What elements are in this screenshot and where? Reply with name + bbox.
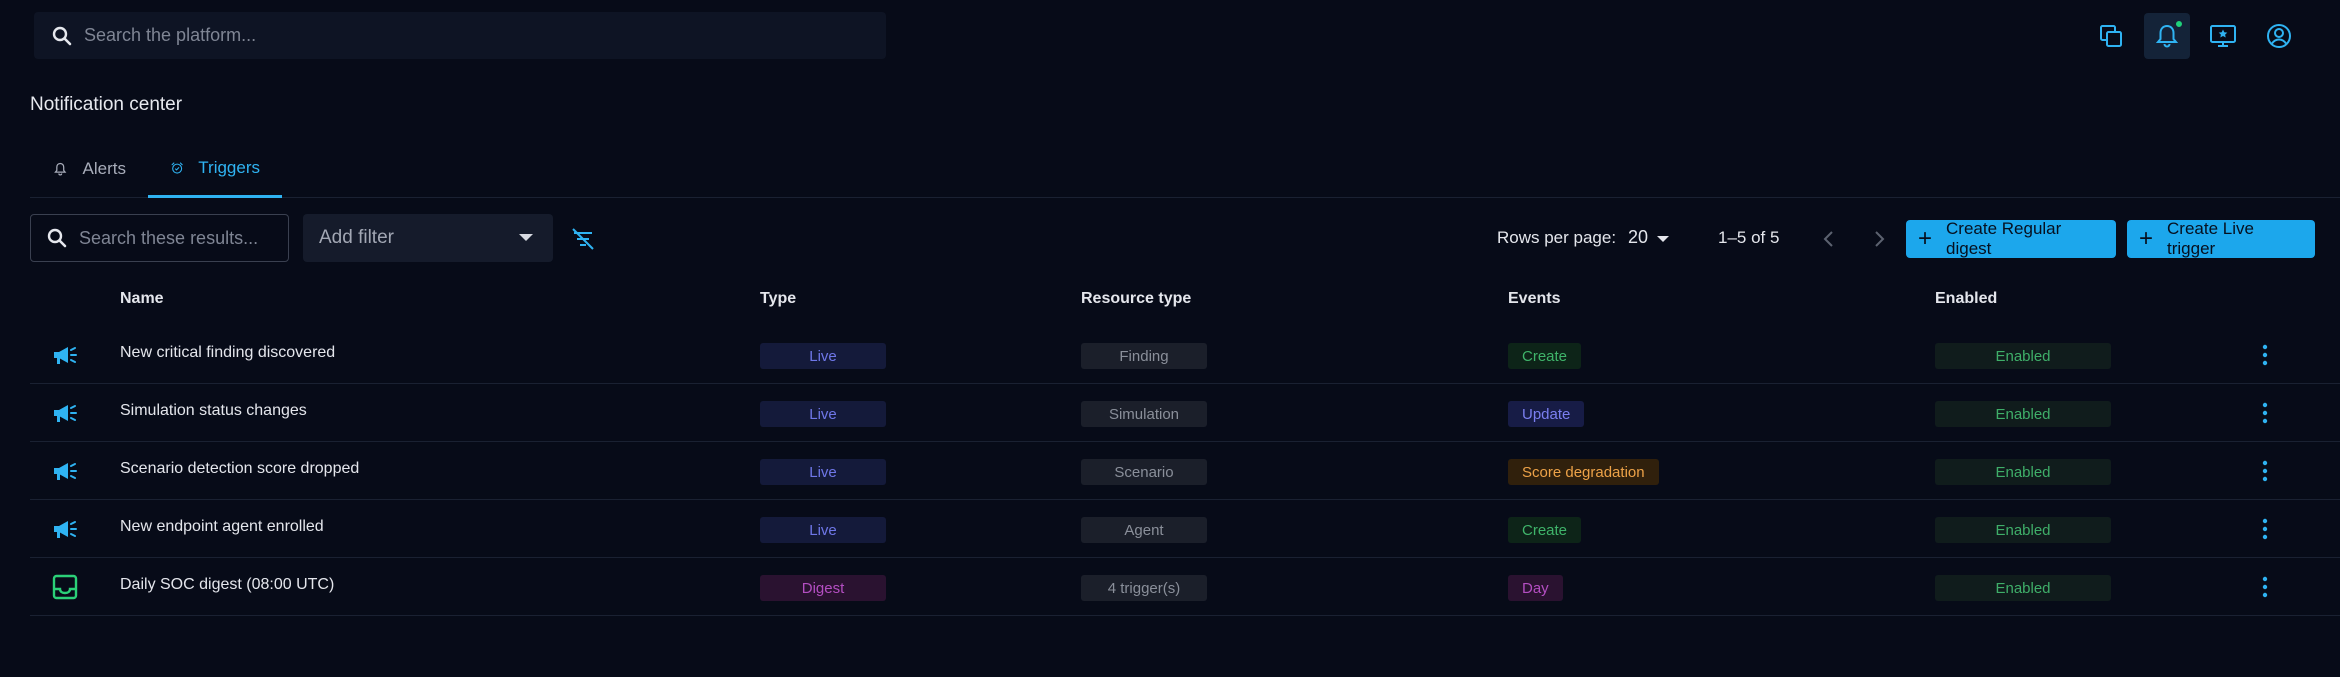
tab-triggers-label: Triggers [198,157,260,177]
column-header-type[interactable]: Type [760,290,796,308]
column-header-resource-type[interactable]: Resource type [1081,290,1191,308]
enabled-badge: Enabled [1935,401,2111,427]
more-vert-icon[interactable] [2258,515,2272,543]
results-search-input[interactable]: Search these results... [30,214,289,262]
page-title: Notification center [30,94,183,115]
table-row[interactable]: New critical finding discovered Live Fin… [30,326,2340,384]
chevron-right-icon[interactable] [1866,226,1892,252]
enabled-badge: Enabled [1935,343,2111,369]
desktop-star-icon [2210,25,2236,47]
column-header-name[interactable]: Name [120,290,164,308]
bell-icon [54,162,67,176]
add-filter-label: Add filter [319,227,394,248]
more-vert-icon[interactable] [2258,573,2272,601]
desktop-button[interactable] [2200,13,2246,59]
duplicate-button[interactable] [2088,13,2134,59]
type-badge: Digest [760,575,886,601]
type-badge: Live [760,459,886,485]
create-regular-digest-button[interactable]: + Create Regular digest [1906,219,2116,258]
tab-triggers[interactable]: Triggers [148,140,282,198]
tab-alerts-label: Alerts [82,159,126,178]
type-badge: Live [760,517,886,543]
create-live-trigger-button[interactable]: + Create Live trigger [2127,219,2315,258]
search-icon [47,228,67,248]
table-header: Name Type Resource type Events Enabled [30,284,2340,324]
trigger-name: New endpoint agent enrolled [120,518,324,535]
resource-badge: Simulation [1081,401,1207,427]
tab-alerts[interactable]: Alerts [30,140,148,198]
global-search-input[interactable]: Search the platform... [34,12,886,59]
caret-down-icon[interactable] [1657,236,1669,242]
event-badge: Create [1508,517,1582,543]
add-filter-select[interactable]: Add filter [303,214,553,262]
more-vert-icon[interactable] [2258,399,2272,427]
create-regular-digest-label: Create Regular digest [1946,219,2062,258]
inbox-icon [52,574,78,600]
resource-badge: Finding [1081,343,1207,369]
megaphone-icon [54,347,77,364]
account-button[interactable] [2256,13,2302,59]
chevron-left-icon[interactable] [1816,226,1842,252]
results-search-placeholder: Search these results... [79,227,259,248]
trigger-name: Scenario detection score dropped [120,460,360,477]
table-row[interactable]: Scenario detection score dropped Live Sc… [30,442,2340,500]
search-icon [52,26,72,45]
column-header-enabled[interactable]: Enabled [1935,290,1997,308]
resource-badge: 4 trigger(s) [1081,575,1207,601]
trigger-name: Daily SOC digest (08:00 UTC) [120,576,335,593]
top-bar: Search the platform... [0,0,2340,72]
plus-icon: + [1918,225,1933,252]
megaphone-icon [54,463,77,480]
alarm-check-icon [171,161,183,174]
event-badge: Score degradation [1508,459,1659,485]
megaphone-icon [54,521,77,538]
account-circle-icon [2267,24,2291,48]
table-row[interactable]: Daily SOC digest (08:00 UTC) Digest 4 tr… [30,558,2340,616]
notification-dot [2174,19,2184,29]
table-row[interactable]: Simulation status changes Live Simulatio… [30,384,2340,442]
more-vert-icon[interactable] [2258,341,2272,369]
event-badge: Day [1508,575,1563,601]
event-badge: Create [1508,343,1582,369]
trigger-name: Simulation status changes [120,402,307,419]
create-live-trigger-label: Create Live trigger [2167,219,2254,258]
duplicate-icon [2100,25,2122,47]
resource-badge: Scenario [1081,459,1207,485]
caret-down-icon [519,234,533,241]
type-badge: Live [760,401,886,427]
type-badge: Live [760,343,886,369]
global-search-placeholder: Search the platform... [84,25,257,45]
table-row[interactable]: New endpoint agent enrolled Live Agent C… [30,500,2340,558]
megaphone-icon [54,405,77,422]
tabs: Alerts Triggers [30,140,2340,198]
enabled-badge: Enabled [1935,459,2111,485]
resource-badge: Agent [1081,517,1207,543]
trigger-name: New critical finding discovered [120,344,336,361]
filter-off-icon[interactable] [568,224,598,254]
enabled-badge: Enabled [1935,517,2111,543]
event-badge: Update [1508,401,1585,427]
toolbar: Search these results... Add filter Rows … [0,214,2340,266]
more-vert-icon[interactable] [2258,457,2272,485]
plus-icon: + [2139,225,2154,252]
rows-per-page-select[interactable]: 20 [1628,227,1648,248]
rows-per-page-label: Rows per page: [1497,228,1617,247]
column-header-events[interactable]: Events [1508,290,1560,308]
pagination-range: 1–5 of 5 [1718,228,1780,247]
notifications-button[interactable] [2144,13,2190,59]
enabled-badge: Enabled [1935,575,2111,601]
